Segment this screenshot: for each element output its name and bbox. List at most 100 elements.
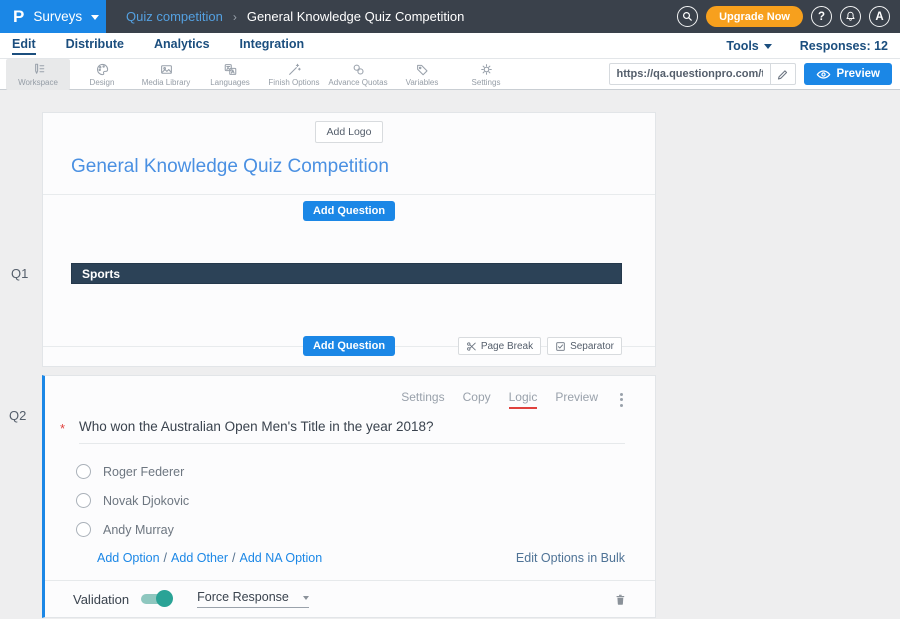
chevron-down-icon bbox=[764, 44, 772, 49]
validation-label: Validation bbox=[73, 592, 129, 607]
tools-label: Tools bbox=[726, 39, 758, 53]
option-label[interactable]: Novak Djokovic bbox=[103, 494, 189, 508]
card-gap bbox=[42, 367, 900, 375]
question-copy-link[interactable]: Copy bbox=[463, 390, 491, 409]
image-icon bbox=[159, 62, 174, 77]
header-actions: Upgrade Now ? A bbox=[677, 6, 900, 27]
option-label[interactable]: Roger Federer bbox=[103, 465, 184, 479]
survey-url-field bbox=[609, 63, 796, 85]
insert-row-right: Page Break Separator bbox=[458, 337, 622, 355]
toolbar-item-languages[interactable]: Languages bbox=[198, 59, 262, 90]
tag-icon bbox=[415, 62, 430, 77]
option-row[interactable]: Roger Federer bbox=[76, 464, 655, 479]
eye-icon bbox=[816, 69, 831, 80]
question-text-row: * Who won the Australian Open Men's Titl… bbox=[60, 419, 625, 444]
required-asterisk: * bbox=[60, 421, 70, 444]
chevron-down-icon bbox=[91, 15, 99, 20]
link-separator: / bbox=[232, 551, 235, 565]
search-icon[interactable] bbox=[677, 6, 698, 27]
option-links-row: Add Option / Add Other / Add NA Option E… bbox=[97, 551, 625, 565]
product-switcher[interactable]: P Surveys bbox=[0, 0, 106, 33]
toolbar-item-settings[interactable]: Settings bbox=[454, 59, 518, 90]
survey-title[interactable]: General Knowledge Quiz Competition bbox=[71, 156, 627, 178]
option-row[interactable]: Novak Djokovic bbox=[76, 493, 655, 508]
upgrade-now-button[interactable]: Upgrade Now bbox=[706, 6, 803, 27]
breadcrumb: Quiz competition › General Knowledge Qui… bbox=[126, 9, 464, 24]
tab-analytics[interactable]: Analytics bbox=[154, 37, 210, 55]
option-label[interactable]: Andy Murray bbox=[103, 523, 174, 537]
workspace-icon bbox=[31, 62, 46, 77]
question-number-label: Q2 bbox=[9, 408, 26, 423]
chevron-down-icon bbox=[303, 596, 309, 600]
question-action-menu: Settings Copy Logic Preview bbox=[45, 376, 655, 409]
translate-icon bbox=[223, 62, 238, 77]
question-text[interactable]: Who won the Australian Open Men's Title … bbox=[79, 419, 625, 444]
add-other-link[interactable]: Add Other bbox=[171, 551, 228, 565]
question-block-q1: Q1 Sports bbox=[71, 263, 622, 284]
link-separator: / bbox=[164, 551, 167, 565]
edit-toolbar: Workspace Design Media Library Languages… bbox=[0, 59, 900, 90]
edit-url-pencil-icon[interactable] bbox=[770, 64, 795, 84]
nav-right: Tools Responses: 12 bbox=[726, 39, 888, 53]
product-menu-label: Surveys bbox=[33, 9, 82, 24]
breadcrumb-parent[interactable]: Quiz competition bbox=[126, 9, 223, 24]
separator-button[interactable]: Separator bbox=[547, 337, 622, 355]
radio-button-icon[interactable] bbox=[76, 522, 91, 537]
add-na-option-link[interactable]: Add NA Option bbox=[240, 551, 323, 565]
radio-button-icon[interactable] bbox=[76, 493, 91, 508]
section-heading-sports[interactable]: Sports bbox=[71, 263, 622, 284]
survey-url-input[interactable] bbox=[610, 68, 770, 80]
tab-integration[interactable]: Integration bbox=[240, 37, 305, 55]
toolbar-item-design[interactable]: Design bbox=[70, 59, 134, 90]
question-preview-link[interactable]: Preview bbox=[555, 390, 598, 409]
radio-button-icon[interactable] bbox=[76, 464, 91, 479]
notifications-bell-icon[interactable] bbox=[840, 6, 861, 27]
top-header: P Surveys Quiz competition › General Kno… bbox=[0, 0, 900, 33]
preview-button[interactable]: Preview bbox=[804, 63, 892, 85]
scissors-icon bbox=[466, 341, 477, 352]
toolbar-item-workspace[interactable]: Workspace bbox=[6, 59, 70, 90]
tab-edit[interactable]: Edit bbox=[12, 37, 36, 55]
kebab-menu-icon[interactable] bbox=[616, 391, 627, 409]
question-logic-link[interactable]: Logic bbox=[509, 390, 538, 409]
responses-count[interactable]: Responses: 12 bbox=[800, 39, 888, 53]
chain-links-icon bbox=[351, 62, 366, 77]
breadcrumb-separator-icon: › bbox=[233, 10, 237, 24]
option-row[interactable]: Andy Murray bbox=[76, 522, 655, 537]
add-question-button[interactable]: Add Question bbox=[303, 336, 395, 356]
validation-row: Validation Force Response bbox=[45, 580, 655, 617]
add-option-link[interactable]: Add Option bbox=[97, 551, 160, 565]
add-logo-row: Add Logo bbox=[43, 113, 655, 143]
add-logo-button[interactable]: Add Logo bbox=[315, 121, 384, 143]
insert-row: Add Question Page Break Separator bbox=[43, 336, 655, 356]
toolbar-item-variables[interactable]: Variables bbox=[390, 59, 454, 90]
breadcrumb-current: General Knowledge Quiz Competition bbox=[247, 9, 465, 24]
delete-question-trash-icon[interactable] bbox=[613, 592, 627, 607]
toolbar-item-finish-options[interactable]: Finish Options bbox=[262, 59, 326, 90]
page-break-button[interactable]: Page Break bbox=[458, 337, 541, 355]
questionpro-logo: P bbox=[13, 8, 24, 25]
survey-nav: Edit Distribute Analytics Integration To… bbox=[0, 33, 900, 59]
validation-toggle[interactable] bbox=[141, 594, 171, 604]
answer-options: Roger Federer Novak Djokovic Andy Murray bbox=[76, 464, 655, 537]
magic-wand-icon bbox=[287, 62, 302, 77]
toolbar-item-media-library[interactable]: Media Library bbox=[134, 59, 198, 90]
gear-icon bbox=[479, 62, 494, 77]
preview-label: Preview bbox=[837, 68, 880, 80]
survey-header-card: Add Logo General Knowledge Quiz Competit… bbox=[42, 112, 656, 367]
question-block-q2: Q2 Settings Copy Logic Preview * Who won… bbox=[42, 375, 656, 618]
validation-type-dropdown[interactable]: Force Response bbox=[197, 590, 309, 608]
help-icon[interactable]: ? bbox=[811, 6, 832, 27]
toolbar-item-advance-quotas[interactable]: Advance Quotas bbox=[326, 59, 390, 90]
tab-distribute[interactable]: Distribute bbox=[66, 37, 124, 55]
add-question-button[interactable]: Add Question bbox=[303, 201, 395, 221]
survey-canvas: Add Logo General Knowledge Quiz Competit… bbox=[0, 90, 900, 618]
add-question-row-top: Add Question bbox=[43, 201, 655, 221]
edit-options-in-bulk-link[interactable]: Edit Options in Bulk bbox=[516, 551, 625, 565]
avatar[interactable]: A bbox=[869, 6, 890, 27]
toggle-knob bbox=[156, 590, 173, 607]
tools-dropdown[interactable]: Tools bbox=[726, 39, 771, 53]
question-settings-link[interactable]: Settings bbox=[401, 390, 444, 409]
survey-title-wrap: General Knowledge Quiz Competition bbox=[43, 143, 655, 195]
checkbox-icon bbox=[555, 341, 566, 352]
